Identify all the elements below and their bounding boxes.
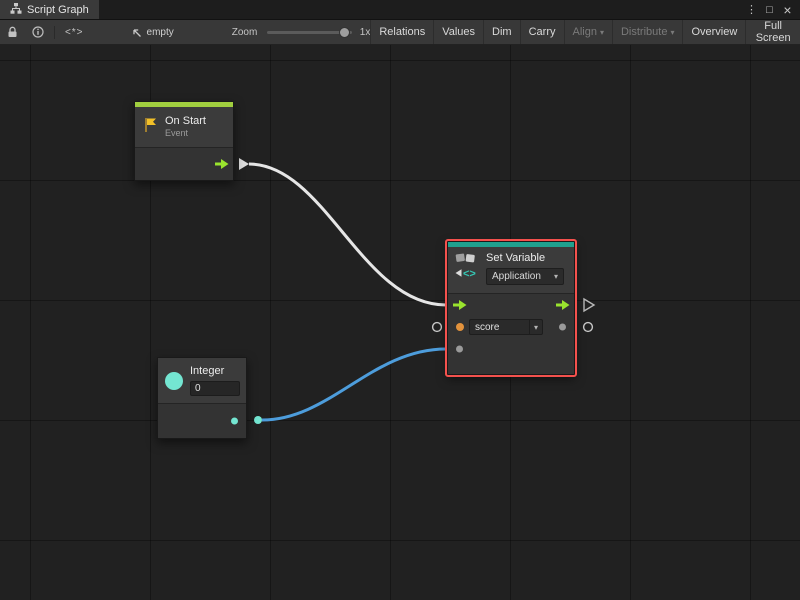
script-graph-icon (10, 3, 22, 17)
tab-script-graph[interactable]: Script Graph (0, 0, 99, 19)
integer-type-icon (165, 372, 183, 390)
info-button[interactable] (25, 20, 51, 44)
breadcrumb-label: empty (147, 27, 174, 38)
chevron-down-icon (600, 26, 604, 38)
align-button[interactable]: Align (564, 20, 612, 44)
graph-breadcrumb[interactable]: empty (131, 27, 174, 38)
control-output-port[interactable] (555, 300, 570, 311)
dim-button[interactable]: Dim (483, 20, 520, 44)
connections-layer (0, 45, 800, 600)
carry-button[interactable]: Carry (520, 20, 564, 44)
node-title: On Start (165, 115, 206, 128)
distribute-button[interactable]: Distribute (612, 20, 682, 44)
distribute-label: Distribute (621, 26, 667, 38)
close-button[interactable]: × (780, 1, 795, 19)
chevron-down-icon (554, 271, 558, 282)
toolbar-button-group: Relations Values Dim Carry Align Distrib… (370, 20, 800, 44)
node-on-start[interactable]: On Start Event (134, 101, 234, 181)
full-screen-button[interactable]: Full Screen (745, 20, 800, 44)
variable-scope-value: Application (492, 271, 541, 282)
integer-output-port[interactable] (231, 418, 238, 425)
set-variable-left-connector-icon[interactable] (433, 323, 442, 332)
node-header: On Start Event (135, 107, 233, 147)
window-titlebar: Script Graph ⋮ □ × (0, 0, 800, 20)
node-header: <> Set Variable Application (448, 247, 574, 293)
code-icon: <*> (65, 27, 84, 38)
zoom-slider-knob[interactable] (339, 27, 350, 38)
values-button[interactable]: Values (433, 20, 483, 44)
wire-control-flow[interactable] (249, 164, 446, 305)
zoom-value: 1x (360, 27, 371, 38)
node-title: Set Variable (486, 252, 568, 265)
lock-icon (7, 26, 18, 38)
tab-title: Script Graph (27, 4, 89, 16)
node-ports (135, 147, 233, 180)
zoom-label: Zoom (232, 27, 258, 38)
integer-output-connector-icon[interactable] (254, 416, 262, 424)
input-value-port[interactable] (456, 346, 463, 353)
control-input-port[interactable] (452, 300, 467, 311)
chevron-down-icon[interactable] (529, 320, 542, 334)
variable-name-port[interactable] (456, 323, 464, 331)
maximize-button[interactable]: □ (762, 1, 777, 19)
wire-value-flow[interactable] (262, 349, 446, 420)
node-header: Integer 0 (158, 358, 246, 403)
variable-scope-dropdown[interactable]: Application (486, 268, 564, 285)
flag-icon (143, 117, 158, 138)
control-output-port[interactable] (214, 159, 229, 170)
set-variable-right-connector-icon[interactable] (584, 323, 593, 332)
window-controls: ⋮ □ × (744, 0, 800, 19)
zoom-slider[interactable] (267, 31, 351, 34)
set-variable-output-connector-icon[interactable] (584, 299, 594, 311)
set-variable-icon: <> (454, 252, 478, 285)
node-set-variable[interactable]: <> Set Variable Application (447, 241, 575, 375)
relations-button[interactable]: Relations (370, 20, 433, 44)
node-integer[interactable]: Integer 0 (157, 357, 247, 439)
info-icon (32, 26, 44, 38)
lock-button[interactable] (0, 20, 25, 44)
toolbar-divider (54, 26, 55, 39)
node-ports (158, 403, 246, 438)
output-value-port[interactable] (559, 324, 566, 331)
pointer-icon (131, 27, 142, 38)
node-ports: score (448, 293, 574, 374)
integer-value-input[interactable]: 0 (190, 381, 240, 396)
graph-canvas[interactable]: On Start Event <> (0, 45, 800, 600)
graph-toolbar: <*> empty Zoom 1x Relations Values Dim C… (0, 20, 800, 45)
variable-name-value: score (470, 322, 529, 333)
node-footer (448, 360, 574, 374)
chevron-down-icon (670, 26, 674, 38)
align-label: Align (573, 26, 597, 38)
variable-name-dropdown[interactable]: score (469, 319, 543, 335)
code-view-button[interactable]: <*> (58, 20, 91, 44)
svg-text:<>: <> (463, 268, 476, 280)
on-start-output-connector-icon[interactable] (239, 158, 249, 170)
node-subtitle: Event (165, 128, 206, 139)
node-title: Integer (190, 365, 240, 378)
overview-button[interactable]: Overview (682, 20, 745, 44)
window-menu-button[interactable]: ⋮ (744, 1, 759, 19)
